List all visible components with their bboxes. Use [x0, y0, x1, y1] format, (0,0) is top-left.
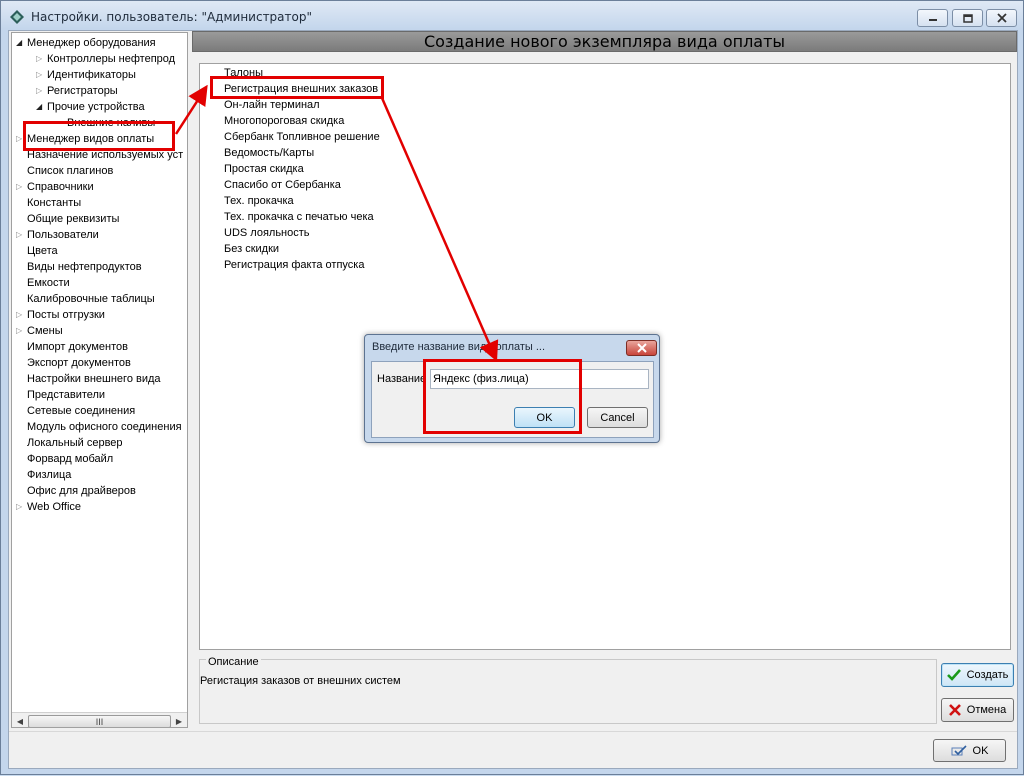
page-title: Создание нового экземпляра вида оплаты	[192, 31, 1017, 52]
collapsed-triangle-icon[interactable]: ▷	[16, 499, 22, 515]
tree-item-label: Список плагинов	[27, 165, 114, 177]
cancel-button-label: Отмена	[966, 704, 1007, 716]
tree-item-label: Калибровочные таблицы	[27, 293, 155, 305]
scroll-right-arrow-icon[interactable]: ▶	[173, 716, 185, 727]
name-label: Название	[377, 373, 427, 385]
scroll-left-arrow-icon[interactable]: ◀	[14, 716, 26, 727]
collapsed-triangle-icon[interactable]: ▷	[16, 227, 22, 243]
minimize-button[interactable]	[917, 9, 948, 27]
tree-item-label: Импорт документов	[27, 341, 128, 353]
tree-item-label: Константы	[27, 197, 82, 209]
tree-item-label: Смены	[27, 325, 63, 337]
payment-type-item[interactable]: Ведомость/Карты	[224, 145, 314, 161]
tree-item-label: Web Office	[27, 501, 82, 513]
cross-icon	[948, 704, 961, 716]
tree-item-label: Форвард мобайл	[27, 453, 114, 465]
payment-type-item[interactable]: Простая скидка	[224, 161, 304, 177]
minimize-icon	[928, 19, 937, 21]
collapsed-triangle-icon[interactable]: ▷	[36, 51, 42, 67]
tree-item-label: Контроллеры нефтепрод	[47, 53, 176, 65]
payment-type-item[interactable]: Сбербанк Топливное решение	[224, 129, 380, 145]
tree-item-label: Представители	[27, 389, 106, 401]
description-text: Регистация заказов от внешних систем	[200, 675, 401, 687]
app-window: Настройки. пользователь: "Администратор"…	[0, 0, 1024, 775]
expanded-triangle-icon[interactable]: ◢	[16, 35, 22, 51]
ok-button[interactable]: OK	[933, 739, 1006, 762]
payment-type-item[interactable]: Он-лайн терминал	[224, 97, 320, 113]
close-button[interactable]	[986, 9, 1017, 27]
tree-item-label: Общие реквизиты	[27, 213, 120, 225]
create-button[interactable]: Создать	[941, 663, 1014, 687]
create-button-label: Создать	[966, 669, 1009, 681]
close-icon	[636, 343, 647, 353]
cancel-button[interactable]: Отмена	[941, 698, 1014, 722]
tree-item-label: Сетевые соединения	[27, 405, 136, 417]
annotation-highlight-dialog-input	[423, 359, 582, 434]
maximize-icon	[962, 13, 973, 23]
tree-item-label: Пользователи	[27, 229, 99, 241]
dialog-title: Введите название вида оплаты ...	[372, 341, 546, 353]
expanded-triangle-icon[interactable]: ◢	[36, 99, 42, 115]
scroll-grip-icon: III	[95, 716, 104, 727]
payment-type-item[interactable]: Тех. прокачка	[224, 193, 294, 209]
payment-type-item[interactable]: Многопороговая скидка	[224, 113, 344, 129]
payment-type-item[interactable]: Спасибо от Сбербанка	[224, 177, 341, 193]
tree-item-label: Справочники	[27, 181, 94, 193]
ok-check-icon	[951, 744, 967, 755]
ok-button-label: OK	[972, 744, 989, 757]
window-title: Настройки. пользователь: "Администратор"	[31, 10, 312, 24]
payment-type-item[interactable]: Без скидки	[224, 241, 279, 257]
tree-item-label: Экспорт документов	[27, 357, 131, 369]
maximize-button[interactable]	[952, 9, 983, 27]
tree-horizontal-scrollbar[interactable]: ◀ III ▶	[12, 712, 187, 727]
checkmark-icon	[946, 669, 961, 681]
description-legend: Описание	[206, 656, 261, 668]
collapsed-triangle-icon[interactable]: ▷	[16, 323, 22, 339]
collapsed-triangle-icon[interactable]: ▷	[16, 307, 22, 323]
bottom-bar	[9, 731, 1017, 768]
tree-item-label: Физлица	[27, 469, 72, 481]
payment-type-item[interactable]: UDS лояльность	[224, 225, 310, 241]
collapsed-triangle-icon[interactable]: ▷	[36, 67, 42, 83]
scroll-thumb[interactable]: III	[28, 715, 171, 727]
close-icon	[996, 13, 1007, 23]
annotation-highlight-list-item	[210, 76, 384, 99]
payment-type-item[interactable]: Тех. прокачка с печатью чека	[224, 209, 374, 225]
collapsed-triangle-icon[interactable]: ▷	[36, 83, 42, 99]
tree-item-label: Цвета	[27, 245, 58, 257]
tree-item-label: Прочие устройства	[47, 101, 145, 113]
app-icon	[10, 10, 24, 24]
tree-item-label: Офис для драйверов	[27, 485, 136, 497]
tree-item-label: Виды нефтепродуктов	[27, 261, 142, 273]
tree-item-label: Регистраторы	[47, 85, 118, 97]
annotation-highlight-tree-item	[23, 121, 175, 151]
tree-item-label: Идентификаторы	[47, 69, 136, 81]
tree-item-label: Менеджер оборудования	[27, 37, 156, 49]
collapsed-triangle-icon[interactable]: ▷	[16, 131, 22, 147]
tree-item-label: Посты отгрузки	[27, 309, 105, 321]
collapsed-triangle-icon[interactable]: ▷	[16, 179, 22, 195]
tree-item-label: Емкости	[27, 277, 70, 289]
tree-item-label: Локальный сервер	[27, 437, 123, 449]
dialog-cancel-button[interactable]: Cancel	[587, 407, 648, 428]
description-group: Описание Регистация заказов от внешних с…	[199, 656, 937, 724]
dialog-close-button[interactable]	[626, 340, 657, 356]
tree-item-label: Модуль офисного соединения	[27, 421, 182, 433]
title-bar[interactable]: Настройки. пользователь: "Администратор"	[1, 1, 1023, 31]
tree-item-label: Настройки внешнего вида	[27, 373, 161, 385]
payment-type-item[interactable]: Регистрация факта отпуска	[224, 257, 364, 273]
